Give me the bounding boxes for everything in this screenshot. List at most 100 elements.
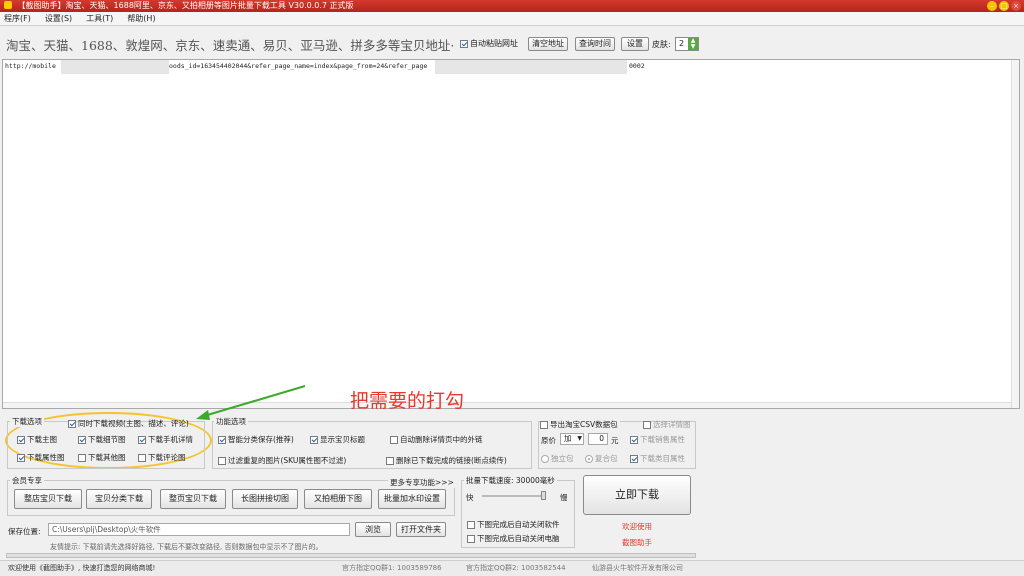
url-line-start: http://mobile [5, 62, 56, 70]
app-icon [4, 1, 12, 9]
download-now-button[interactable]: 立即下载 [583, 475, 691, 515]
category-download-button[interactable]: 宝贝分类下载 [86, 489, 152, 509]
speed-slow-label: 慢 [560, 493, 568, 502]
auto-paste-checkbox[interactable]: 自动粘贴网址 [460, 38, 518, 49]
price-unit: 元 [611, 436, 619, 445]
clear-address-button[interactable]: 清空地址 [528, 37, 568, 51]
menu-program[interactable]: 程序(F) [4, 12, 31, 25]
checkbox-icon [218, 456, 226, 465]
promo-line2: 截图助手 [622, 538, 652, 547]
watermark-settings-button[interactable]: 批量加水印设置 [378, 489, 446, 509]
url-line-end: 0002 [629, 62, 645, 70]
progress-bar [6, 553, 696, 558]
skin-label: 皮肤: [652, 40, 671, 49]
review-images-checkbox[interactable]: 下载评论图 [138, 452, 186, 463]
spinner-arrows-icon[interactable]: ▲ ▼ [688, 38, 698, 50]
checkbox-icon [17, 453, 25, 462]
long-image-button[interactable]: 长图拼接切图 [232, 489, 298, 509]
checkbox-icon [467, 534, 475, 543]
checkbox-icon [68, 419, 76, 428]
speed-fast-label: 快 [466, 493, 474, 502]
status-bar: 欢迎使用《截图助手》, 快速打造您的网络商城! 官方指定QQ群1: 100358… [0, 560, 1024, 576]
checkbox-icon [460, 39, 468, 48]
merged-radio[interactable]: 复合包 [585, 453, 618, 464]
batch-speed-title: 批量下载速度: 30000毫秒 [464, 475, 557, 486]
page-download-button[interactable]: 整页宝贝下载 [160, 489, 226, 509]
minimize-icon[interactable]: – [987, 1, 997, 11]
download-video-checkbox[interactable]: 同时下载视频(主图、描述、评论) [68, 418, 189, 429]
radio-icon [585, 454, 593, 463]
price-value-input[interactable]: 0 [588, 433, 608, 445]
title-bar: 【截图助手】淘宝、天猫、1688阿里、京东、又拍相册等图片批量下载工具 V30.… [0, 0, 1024, 12]
url-textarea[interactable]: http://mobile oods_id=163454402044&refer… [2, 59, 1020, 409]
menu-help[interactable]: 帮助(H) [127, 12, 155, 25]
checkbox-icon [218, 435, 226, 444]
browse-button[interactable]: 浏览 [355, 522, 391, 537]
download-options-title: 下载选项 [10, 416, 44, 427]
show-title-checkbox[interactable]: 显示宝贝标题 [310, 434, 365, 445]
sales-attr-checkbox[interactable]: 下载销售属性 [630, 434, 685, 445]
price-operation-select[interactable]: 加 ▼ [560, 433, 584, 445]
promo-line1: 欢迎使用 [622, 522, 652, 531]
radio-icon [541, 454, 549, 463]
category-attr-checkbox[interactable]: 下载类目属性 [630, 453, 685, 464]
toolbar: 淘宝、天猫、1688、敦煌网、京东、速卖通、易贝、亚马逊、拼多多等宝贝地址· 自… [0, 26, 1024, 60]
checkbox-icon [310, 435, 318, 444]
youpai-album-button[interactable]: 又拍相册下图 [304, 489, 372, 509]
checkbox-icon [78, 435, 86, 444]
checkbox-icon [630, 435, 638, 444]
window-title: 【截图助手】淘宝、天猫、1688阿里、京东、又拍相册等图片批量下载工具 V30.… [17, 1, 354, 10]
detail-info-checkbox[interactable]: 选择详情图 [643, 419, 691, 430]
checkbox-icon [17, 435, 25, 444]
menu-bar: 程序(F) 设置(S) 工具(T) 帮助(H) [0, 12, 1024, 26]
attr-images-checkbox[interactable]: 下载属性图 [17, 452, 65, 463]
close-icon[interactable]: × [1011, 1, 1021, 11]
smart-save-checkbox[interactable]: 智能分类保存(推荐) [218, 434, 294, 445]
qq-group-1: 官方指定QQ群1: 1003589786 [342, 564, 442, 572]
other-images-checkbox[interactable]: 下载其他图 [78, 452, 126, 463]
speed-slider-track[interactable] [482, 495, 544, 497]
checkbox-icon [138, 435, 146, 444]
checkbox-icon [78, 453, 86, 462]
function-options-title: 功能选项 [214, 416, 248, 427]
skin-spinner[interactable]: 2 ▲ ▼ [675, 37, 699, 51]
menu-settings[interactable]: 设置(S) [45, 12, 72, 25]
friendly-tip: 友情提示: 下载前请先选择好路径, 下载后不要改变路径, 否则数据包中显示不了图… [50, 543, 323, 551]
main-images-checkbox[interactable]: 下载主图 [17, 434, 57, 445]
redacted-block [61, 60, 169, 74]
window-controls: – □ × [987, 1, 1021, 11]
mobile-detail-checkbox[interactable]: 下载手机详情 [138, 434, 193, 445]
checkbox-icon [386, 456, 394, 465]
auto-close-software-checkbox[interactable]: 下图完成后自动关闭软件 [467, 519, 560, 530]
standalone-radio[interactable]: 独立包 [541, 453, 574, 464]
chevron-down-icon: ▼ [577, 435, 582, 442]
save-location-label: 保存位置: [8, 527, 41, 536]
delete-done-checkbox[interactable]: 删除已下载完成的链接(断点续传) [386, 455, 507, 466]
shop-download-button[interactable]: 整店宝贝下载 [14, 489, 82, 509]
detail-images-checkbox[interactable]: 下载细节图 [78, 434, 126, 445]
price-label: 原价 [541, 436, 556, 445]
open-folder-button[interactable]: 打开文件夹 [396, 522, 446, 537]
auto-shutdown-checkbox[interactable]: 下图完成后自动关闭电脑 [467, 533, 560, 544]
menu-tools[interactable]: 工具(T) [86, 12, 113, 25]
checkbox-icon [390, 435, 398, 444]
checkbox-icon [630, 454, 638, 463]
supported-sites-label: 淘宝、天猫、1688、敦煌网、京东、速卖通、易贝、亚马逊、拼多多等宝贝地址· [6, 38, 455, 53]
export-csv-checkbox[interactable]: 导出淘宝CSV数据包 [540, 419, 620, 430]
query-time-button[interactable]: 查询时间 [575, 37, 615, 51]
vertical-scrollbar[interactable] [1011, 60, 1019, 408]
horizontal-scrollbar[interactable] [3, 402, 1011, 408]
auto-delete-links-checkbox[interactable]: 自动删除详情页中的外链 [390, 434, 483, 445]
save-path-input[interactable]: C:\Users\plj\Desktop\火牛软件 [48, 523, 350, 536]
company-name: 仙游县火牛软件开发有限公司 [592, 564, 683, 572]
settings-button[interactable]: 设置 [621, 37, 649, 51]
checkbox-icon [138, 453, 146, 462]
url-line-mid: oods_id=163454402044&refer_page_name=ind… [169, 62, 428, 70]
speed-slider-thumb[interactable] [541, 491, 546, 500]
filter-duplicate-checkbox[interactable]: 过滤重复的图片(SKU属性图不过滤) [218, 455, 346, 466]
member-title: 会员专享 [10, 475, 44, 486]
qq-group-2: 官方指定QQ群2: 1003582544 [466, 564, 566, 572]
more-features-link[interactable]: 更多专享功能>>> [388, 477, 456, 488]
checkbox-icon [643, 420, 651, 429]
maximize-icon[interactable]: □ [999, 1, 1009, 11]
